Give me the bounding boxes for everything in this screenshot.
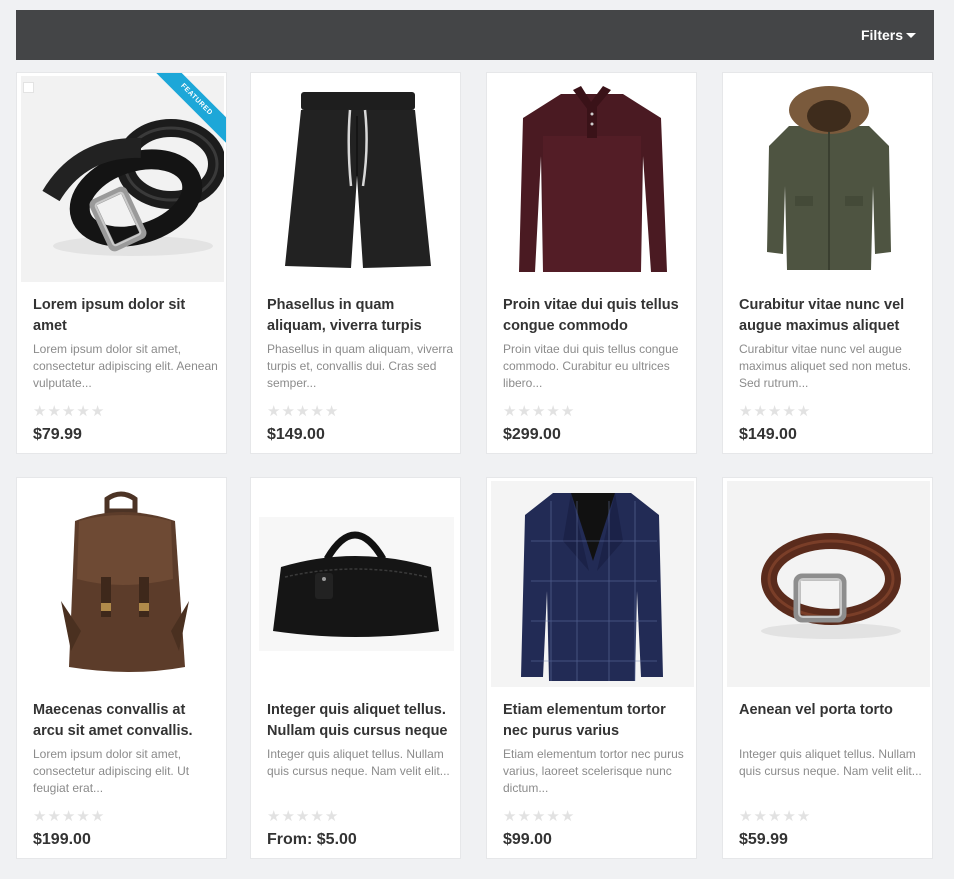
top-toolbar: Filters: [16, 10, 934, 60]
product-description: Integer quis aliquet tellus. Nullam quis…: [267, 747, 450, 778]
star-icon: ★: [546, 808, 560, 825]
star-icon: ★: [517, 403, 531, 420]
star-icon: ★: [310, 808, 324, 825]
star-icon: ★: [281, 808, 295, 825]
star-icon: ★: [782, 403, 796, 420]
star-icon: ★: [76, 403, 90, 420]
star-icon: ★: [267, 808, 281, 825]
product-description: Etiam elementum tortor nec purus varius,…: [503, 747, 684, 795]
product-description: Curabitur vitae nunc vel augue maximus a…: [739, 342, 912, 390]
rating-stars: ★ ★ ★ ★ ★: [503, 404, 574, 419]
star-icon: ★: [47, 808, 61, 825]
product-card[interactable]: Etiam elementum tortor nec purus varius …: [486, 477, 697, 859]
product-price: $149.00: [739, 426, 797, 443]
select-checkbox[interactable]: [23, 82, 34, 93]
star-icon: ★: [61, 808, 76, 825]
duffel-bag-icon[interactable]: [255, 481, 458, 687]
star-icon: ★: [560, 403, 575, 420]
product-title[interactable]: Phasellus in quam aliquam, viverra turpi…: [267, 295, 452, 337]
star-icon: ★: [531, 808, 546, 825]
star-icon: ★: [295, 403, 310, 420]
product-card[interactable]: FEATURED Lorem ipsum dolor sit amet Lore…: [16, 72, 227, 454]
polo-shirt-icon[interactable]: [491, 76, 694, 282]
parka-icon[interactable]: [727, 76, 930, 282]
product-price: $79.99: [33, 426, 82, 443]
product-title[interactable]: Maecenas convallis at arcu sit amet conv…: [33, 700, 218, 742]
star-icon: ★: [47, 403, 61, 420]
star-icon: ★: [267, 403, 281, 420]
star-icon: ★: [33, 808, 47, 825]
rating-stars: ★ ★ ★ ★ ★: [267, 809, 338, 824]
product-price: $99.00: [503, 831, 552, 848]
belt-brown-icon[interactable]: [727, 481, 930, 687]
product-card[interactable]: Aenean vel porta torto Integer quis aliq…: [722, 477, 933, 859]
rating-stars: ★ ★ ★ ★ ★: [739, 809, 810, 824]
star-icon: ★: [503, 403, 517, 420]
product-card[interactable]: Proin vitae dui quis tellus congue commo…: [486, 72, 697, 454]
star-icon: ★: [295, 808, 310, 825]
rating-stars: ★ ★ ★ ★ ★: [33, 404, 104, 419]
star-icon: ★: [753, 808, 767, 825]
product-title[interactable]: Etiam elementum tortor nec purus varius: [503, 700, 688, 742]
rating-stars: ★ ★ ★ ★ ★: [739, 404, 810, 419]
star-icon: ★: [753, 403, 767, 420]
star-icon: ★: [324, 808, 339, 825]
product-description: Integer quis aliquet tellus. Nullam quis…: [739, 747, 922, 778]
product-card[interactable]: Integer quis aliquet tellus. Nullam quis…: [250, 477, 461, 859]
caret-down-icon: [906, 33, 916, 38]
product-card[interactable]: Maecenas convallis at arcu sit amet conv…: [16, 477, 227, 859]
star-icon: ★: [782, 808, 796, 825]
product-description: Lorem ipsum dolor sit amet, consectetur …: [33, 342, 218, 390]
product-title[interactable]: Curabitur vitae nunc vel augue maximus a…: [739, 295, 924, 337]
product-title[interactable]: Integer quis aliquet tellus. Nullam quis…: [267, 700, 452, 742]
star-icon: ★: [33, 403, 47, 420]
star-icon: ★: [281, 403, 295, 420]
star-icon: ★: [767, 808, 782, 825]
filters-dropdown[interactable]: Filters: [861, 10, 916, 60]
star-icon: ★: [90, 403, 105, 420]
product-price: $199.00: [33, 831, 91, 848]
star-icon: ★: [546, 403, 560, 420]
star-icon: ★: [739, 403, 753, 420]
shorts-icon[interactable]: [255, 76, 458, 282]
backpack-icon[interactable]: [21, 481, 224, 687]
star-icon: ★: [796, 403, 811, 420]
star-icon: ★: [310, 403, 324, 420]
star-icon: ★: [90, 808, 105, 825]
star-icon: ★: [739, 808, 753, 825]
star-icon: ★: [503, 808, 517, 825]
product-title[interactable]: Proin vitae dui quis tellus congue commo…: [503, 295, 688, 337]
product-description: Phasellus in quam aliquam, viverra turpi…: [267, 342, 454, 390]
star-icon: ★: [560, 808, 575, 825]
rating-stars: ★ ★ ★ ★ ★: [33, 809, 104, 824]
star-icon: ★: [324, 403, 339, 420]
product-price: From: $5.00: [267, 831, 357, 848]
star-icon: ★: [767, 403, 782, 420]
product-price: $299.00: [503, 426, 561, 443]
star-icon: ★: [796, 808, 811, 825]
product-card[interactable]: Curabitur vitae nunc vel augue maximus a…: [722, 72, 933, 454]
filters-label: Filters: [860, 27, 903, 43]
star-icon: ★: [531, 403, 546, 420]
star-icon: ★: [61, 403, 76, 420]
rating-stars: ★ ★ ★ ★ ★: [503, 809, 574, 824]
blazer-icon[interactable]: [491, 481, 694, 687]
product-price: $149.00: [267, 426, 325, 443]
product-title[interactable]: Aenean vel porta torto: [739, 700, 924, 721]
rating-stars: ★ ★ ★ ★ ★: [267, 404, 338, 419]
product-price: $59.99: [739, 831, 788, 848]
product-title[interactable]: Lorem ipsum dolor sit amet: [33, 295, 218, 337]
star-icon: ★: [517, 808, 531, 825]
star-icon: ★: [76, 808, 90, 825]
product-card[interactable]: Phasellus in quam aliquam, viverra turpi…: [250, 72, 461, 454]
product-description: Lorem ipsum dolor sit amet, consectetur …: [33, 747, 190, 795]
product-description: Proin vitae dui quis tellus congue commo…: [503, 342, 679, 390]
